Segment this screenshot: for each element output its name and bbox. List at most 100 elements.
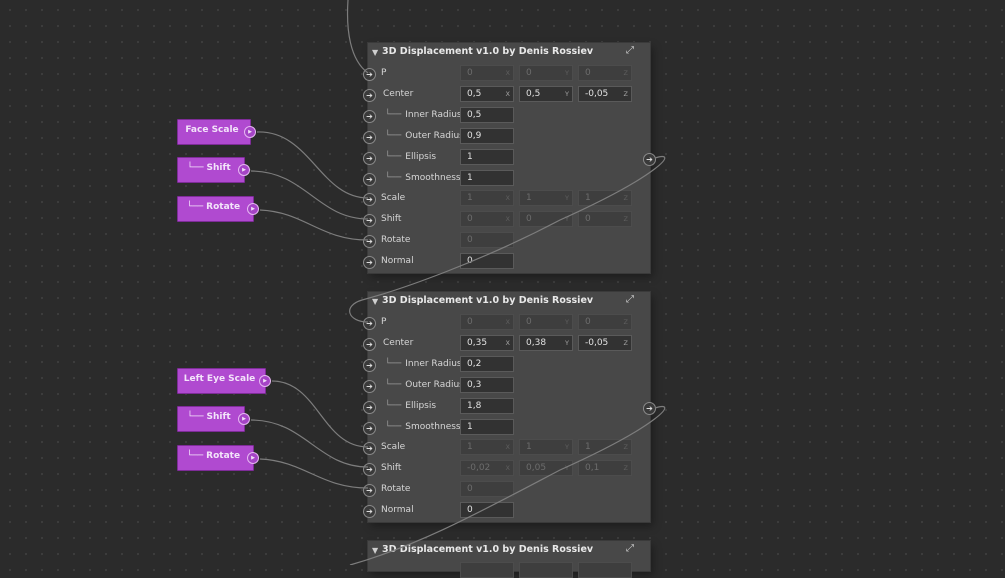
collapse-triangle-icon[interactable]: ▼ (372, 546, 378, 555)
expand-icon[interactable]: ⤢ (626, 45, 634, 56)
param-node-left-eye-scale[interactable]: Left Eye Scale ▶ (177, 368, 271, 394)
normal-field[interactable]: 0 (460, 502, 514, 518)
param-node-shift[interactable]: └── Shift ▶ (177, 157, 250, 183)
param-node-rotate[interactable]: └── Rotate ▶ (177, 196, 259, 222)
node-title: 3D Displacement v1.0 by Denis Rossiev (382, 544, 594, 555)
center-y-field[interactable]: 0,38 Y (519, 335, 573, 351)
node-header[interactable]: ▼ 3D Displacement v1.0 by Denis Rossiev … (368, 541, 650, 561)
collapse-triangle-icon[interactable]: ▼ (372, 48, 378, 57)
center-y-field[interactable]: 0,5 Y (519, 86, 573, 102)
input-port-arrow-icon[interactable]: ➔ (363, 505, 376, 518)
p-x-field[interactable] (460, 562, 514, 578)
row-p: ➔ P 0X 0Y 0Z (363, 314, 650, 332)
input-port-arrow-icon[interactable]: ➔ (363, 193, 376, 206)
output-port[interactable]: ▶ (238, 164, 250, 176)
wire-rotate-1 (259, 209, 369, 241)
outer-radius-field[interactable]: 0,9 (460, 128, 514, 144)
shift-y-field[interactable]: 0,05 Y (519, 460, 573, 476)
wire-shift-2 (250, 419, 369, 468)
output-port[interactable]: ▶ (244, 126, 256, 138)
row-shift: ➔ Shift -0,02 X 0,05 Y 0,1 Z (363, 460, 650, 478)
param-node-face-scale[interactable]: Face Scale ▶ (177, 119, 256, 145)
center-z-field[interactable]: -0,05 Z (578, 335, 632, 351)
param-label: └── Ellipsis (385, 401, 437, 411)
p-y-field[interactable]: 0Y (519, 65, 573, 81)
smoothness-field[interactable]: 1 (460, 170, 514, 186)
rotate-field[interactable]: 0 (460, 481, 514, 497)
expand-icon[interactable]: ⤢ (626, 543, 634, 554)
inner-radius-field[interactable]: 0,2 (460, 356, 514, 372)
input-port-arrow-icon[interactable]: ➔ (363, 484, 376, 497)
inner-radius-field[interactable]: 0,5 (460, 107, 514, 123)
normal-field[interactable]: 0 (460, 253, 514, 269)
output-port[interactable]: ▶ (247, 452, 259, 464)
scale-x-field[interactable]: 1X (460, 439, 514, 455)
input-port-arrow-icon[interactable]: ➔ (363, 401, 376, 414)
input-port-arrow-icon[interactable]: ➔ (363, 110, 376, 123)
row-shift: ➔ Shift 0X 0Y 0Z (363, 211, 650, 229)
param-label: Center (383, 338, 414, 348)
input-port-arrow-icon[interactable]: ➔ (363, 89, 376, 102)
input-port-arrow-icon[interactable]: ➔ (363, 442, 376, 455)
input-port-arrow-icon[interactable]: ➔ (363, 359, 376, 372)
displacement-node-3[interactable]: ▼ 3D Displacement v1.0 by Denis Rossiev … (368, 541, 650, 578)
p-z-field[interactable]: 0Z (578, 65, 632, 81)
input-port-arrow-icon[interactable]: ➔ (363, 152, 376, 165)
scale-z-field[interactable]: 1Z (578, 439, 632, 455)
input-port-arrow-icon[interactable]: ➔ (363, 338, 376, 351)
p-z-field[interactable]: 0Z (578, 314, 632, 330)
input-port-arrow-icon[interactable]: ➔ (363, 380, 376, 393)
scale-y-field[interactable]: 1Y (519, 439, 573, 455)
input-port-arrow-icon[interactable]: ➔ (363, 68, 376, 81)
row-inner-radius: ➔ └── Inner Radius 0,5 (363, 107, 650, 125)
input-port-arrow-icon[interactable]: ➔ (363, 173, 376, 186)
shift-y-field[interactable]: 0Y (519, 211, 573, 227)
param-node-rotate[interactable]: └── Rotate ▶ (177, 445, 259, 471)
smoothness-field[interactable]: 1 (460, 419, 514, 435)
ellipsis-field[interactable]: 1 (460, 149, 514, 165)
p-y-field[interactable]: 0Y (519, 314, 573, 330)
param-label: P (381, 317, 387, 327)
rotate-field[interactable]: 0 (460, 232, 514, 248)
ellipsis-field[interactable]: 1,8 (460, 398, 514, 414)
param-label: Shift (381, 463, 402, 473)
input-port-arrow-icon[interactable]: ➔ (363, 235, 376, 248)
p-x-field[interactable]: 0X (460, 314, 514, 330)
input-port-arrow-icon[interactable]: ➔ (363, 422, 376, 435)
p-y-field[interactable] (519, 562, 573, 578)
center-x-field[interactable]: 0,35 X (460, 335, 514, 351)
displacement-node-2[interactable]: ▼ 3D Displacement v1.0 by Denis Rossiev … (363, 292, 656, 522)
param-label: Shift (381, 214, 402, 224)
row-outer-radius: ➔ └── Outer Radius 0,9 (363, 128, 650, 146)
shift-z-field[interactable]: 0,1 Z (578, 460, 632, 476)
center-z-field[interactable]: -0,05 Z (578, 86, 632, 102)
expand-icon[interactable]: ⤢ (626, 294, 634, 305)
p-x-field[interactable]: 0X (460, 65, 514, 81)
input-port-arrow-icon[interactable]: ➔ (363, 214, 376, 227)
param-node-shift[interactable]: └── Shift ▶ (177, 406, 250, 432)
row-smoothness: ➔ └── Smoothness 1 (363, 170, 650, 188)
row-rotate: ➔ Rotate 0 (363, 481, 650, 499)
input-port-arrow-icon[interactable]: ➔ (363, 463, 376, 476)
param-label: P (381, 68, 387, 78)
outer-radius-field[interactable]: 0,3 (460, 377, 514, 393)
p-z-field[interactable] (578, 562, 632, 578)
output-port[interactable]: ▶ (238, 413, 250, 425)
input-port-arrow-icon[interactable]: ➔ (363, 317, 376, 330)
node-header[interactable]: ▼ 3D Displacement v1.0 by Denis Rossiev … (368, 43, 650, 63)
shift-x-field[interactable]: 0X (460, 211, 514, 227)
shift-x-field[interactable]: -0,02 X (460, 460, 514, 476)
scale-y-field[interactable]: 1Y (519, 190, 573, 206)
shift-z-field[interactable]: 0Z (578, 211, 632, 227)
input-port-arrow-icon[interactable]: ➔ (363, 131, 376, 144)
center-x-field[interactable]: 0,5 X (460, 86, 514, 102)
scale-z-field[interactable]: 1Z (578, 190, 632, 206)
input-port-arrow-icon[interactable]: ➔ (363, 256, 376, 269)
node-header[interactable]: ▼ 3D Displacement v1.0 by Denis Rossiev … (368, 292, 650, 312)
displacement-node-1[interactable]: ▼ 3D Displacement v1.0 by Denis Rossiev … (363, 43, 656, 273)
collapse-triangle-icon[interactable]: ▼ (372, 297, 378, 306)
output-port[interactable]: ▶ (259, 375, 271, 387)
scale-x-field[interactable]: 1X (460, 190, 514, 206)
output-port[interactable]: ▶ (247, 203, 259, 215)
row-rotate: ➔ Rotate 0 (363, 232, 650, 250)
